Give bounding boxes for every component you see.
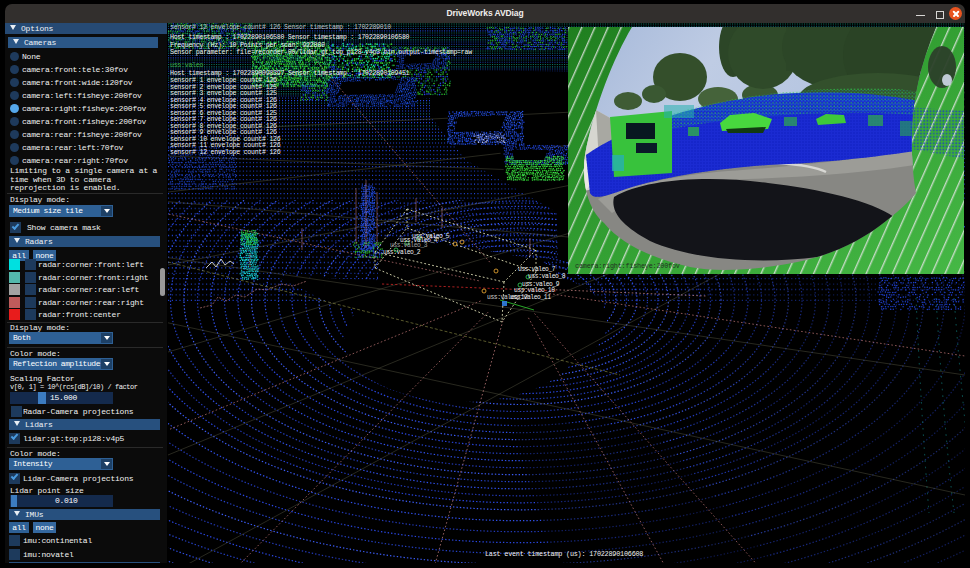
svg-text:sensor# 12 envelope count# 126: sensor# 12 envelope count# 126 Sensor ti…	[170, 24, 391, 31]
svg-text:uss:valeo: uss:valeo	[170, 62, 203, 69]
svg-text:Sensor parameter: file=recorde: Sensor parameter: file=recorder-00/lidar…	[170, 49, 472, 56]
svg-text:uss:valeo_12: uss:valeo_12	[487, 294, 528, 301]
svg-text:Frequency (Hz): 10 Points per: Frequency (Hz): 10 Points per scan: 9228…	[170, 42, 325, 49]
svg-text:camera:right:fisheye:200fov: camera:right:fisheye:200fov	[575, 262, 680, 270]
svg-text:Host timestamp : 1702289010658: Host timestamp : 17022890106580 Sensor t…	[170, 34, 410, 41]
svg-text:Last event timestamp (us): 170: Last event timestamp (us): 1702289010660…	[485, 550, 643, 558]
svg-text:uss:valeo_10: uss:valeo_10	[514, 287, 555, 294]
svg-text:Host timestamp : 1702289009839: Host timestamp : 17022890098397 Sensor t…	[170, 70, 410, 77]
svg-text:uss:valeo_2: uss:valeo_2	[383, 249, 421, 256]
svg-text:uss:valeo_5: uss:valeo_5	[412, 233, 450, 240]
svg-text:uss:valeo_7: uss:valeo_7	[518, 266, 556, 273]
svg-text:sensor# 12 envelope count# 126: sensor# 12 envelope count# 126	[170, 149, 281, 156]
svg-text:uss:valeo_8: uss:valeo_8	[528, 273, 566, 280]
